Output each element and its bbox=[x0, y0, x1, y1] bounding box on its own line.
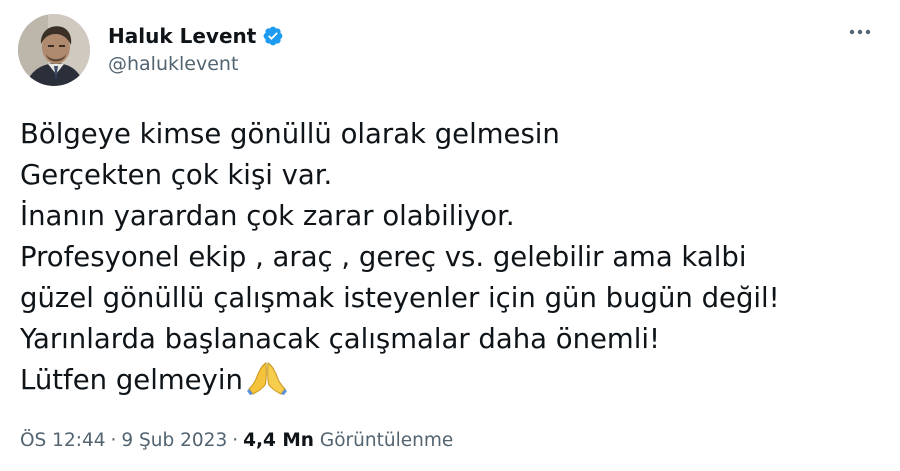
tweet-text: Bölgeye kimse gönüllü olarak gelmesin Ge… bbox=[20, 114, 890, 401]
tweet-line-last: Lütfen gelmeyin bbox=[20, 360, 890, 401]
avatar-image bbox=[18, 14, 90, 86]
tweet-line: güzel gönüllü çalışmak isteyenler için g… bbox=[20, 282, 780, 314]
more-horizontal-icon bbox=[849, 29, 871, 35]
verified-badge-icon bbox=[262, 25, 284, 47]
tweet-meta: ÖS 12:44 · 9 Şub 2023 · 4,4 Mn Görüntüle… bbox=[20, 430, 453, 451]
tweet-time[interactable]: ÖS 12:44 bbox=[20, 430, 106, 451]
tweet-line: Bölgeye kimse gönüllü olarak gelmesin bbox=[20, 118, 560, 150]
tweet-header: Haluk Levent @haluklevent bbox=[18, 12, 284, 88]
views-count: 4,4 Mn bbox=[243, 430, 314, 451]
tweet-card: Haluk Levent @haluklevent Bölgeye kimse … bbox=[0, 0, 900, 471]
meta-separator: · bbox=[232, 430, 239, 451]
tweet-line: Yarınlarda başlanacak çalışmalar daha ön… bbox=[20, 323, 661, 355]
tweet-date[interactable]: 9 Şub 2023 bbox=[121, 430, 227, 451]
avatar[interactable] bbox=[18, 14, 90, 86]
tweet-line-text: Lütfen gelmeyin bbox=[20, 364, 243, 396]
author-display-name[interactable]: Haluk Levent bbox=[108, 23, 256, 49]
tweet-line: Gerçekten çok kişi var. bbox=[20, 159, 333, 191]
meta-separator: · bbox=[110, 430, 117, 451]
tweet-line: İnanın yarardan çok zarar olabiliyor. bbox=[20, 200, 515, 232]
author-names: Haluk Levent @haluklevent bbox=[108, 23, 284, 77]
views-label: Görüntülenme bbox=[319, 430, 454, 451]
tweet-line: Profesyonel ekip , araç , gereç vs. gele… bbox=[20, 241, 747, 273]
more-options-button[interactable] bbox=[846, 22, 874, 42]
folded-hands-emoji-icon bbox=[246, 361, 287, 395]
name-row: Haluk Levent bbox=[108, 23, 284, 49]
author-handle[interactable]: @haluklevent bbox=[108, 51, 284, 77]
